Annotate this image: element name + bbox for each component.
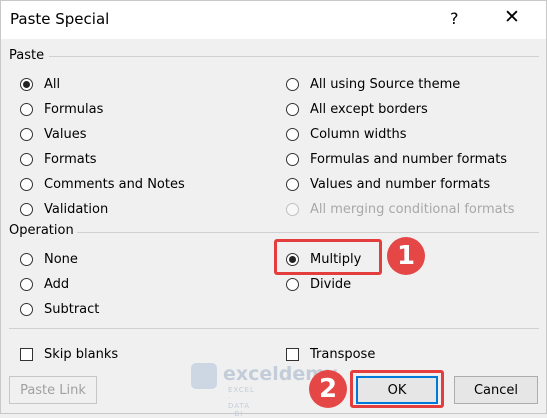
operation-section-divider (77, 232, 539, 233)
radio-icon (286, 202, 299, 216)
step-2-badge: 2 (309, 370, 347, 408)
option-label: Values (44, 126, 87, 142)
dialog-title: Paste Special (10, 10, 110, 28)
radio-icon (286, 252, 299, 266)
options-divider (9, 328, 539, 329)
radio-icon (286, 177, 299, 191)
radio-paste-all[interactable]: All (20, 73, 60, 95)
option-label: Subtract (44, 301, 100, 317)
step-1-badge: 1 (387, 237, 425, 275)
paste-section-divider (49, 56, 539, 57)
checkbox-label: Transpose (310, 346, 376, 362)
option-label: None (44, 251, 78, 267)
transpose-checkbox[interactable]: Transpose (286, 343, 375, 365)
title-bar: Paste Special ? ✕ (1, 1, 546, 39)
option-label: Validation (44, 201, 109, 217)
radio-paste-column-widths[interactable]: Column widths (286, 123, 407, 145)
option-label: Comments and Notes (44, 176, 185, 192)
option-label: Formulas and number formats (310, 151, 508, 167)
checkbox-label: Skip blanks (44, 346, 119, 362)
radio-icon (20, 152, 33, 166)
option-label: Column widths (310, 126, 407, 142)
radio-icon (20, 177, 33, 191)
radio-icon (20, 77, 33, 91)
radio-icon (20, 102, 33, 116)
radio-paste-formulas[interactable]: Formulas (20, 98, 103, 120)
radio-icon (286, 152, 299, 166)
option-label: Formulas (44, 101, 104, 117)
radio-operation-add[interactable]: Add (20, 273, 69, 295)
watermark-tagline: EXCEL · DATA · BI (228, 386, 255, 418)
checkbox-icon (20, 347, 33, 361)
help-button[interactable]: ? (450, 9, 459, 28)
option-label: All merging conditional formats (310, 201, 515, 217)
radio-operation-none[interactable]: None (20, 248, 78, 270)
radio-icon (20, 277, 33, 291)
radio-icon (286, 77, 299, 91)
paste-special-dialog: Paste Special ? ✕ Paste All Formulas Val… (0, 0, 547, 418)
cancel-button[interactable]: Cancel (454, 376, 538, 404)
close-icon[interactable]: ✕ (504, 6, 520, 28)
radio-paste-comments[interactable]: Comments and Notes (20, 173, 185, 195)
checkbox-icon (286, 347, 299, 361)
radio-icon (20, 252, 33, 266)
radio-paste-validation[interactable]: Validation (20, 198, 108, 220)
radio-paste-except-borders[interactable]: All except borders (286, 98, 428, 120)
option-label: All except borders (310, 101, 428, 117)
radio-icon (20, 127, 33, 141)
radio-icon (286, 127, 299, 141)
radio-operation-divide[interactable]: Divide (286, 273, 351, 295)
option-label: Formats (44, 151, 97, 167)
option-label: All using Source theme (310, 76, 461, 92)
radio-operation-subtract[interactable]: Subtract (20, 298, 99, 320)
radio-icon (286, 277, 299, 291)
radio-paste-merging-conditional: All merging conditional formats (286, 198, 514, 220)
radio-icon (20, 202, 33, 216)
radio-paste-source-theme[interactable]: All using Source theme (286, 73, 460, 95)
paste-section-label: Paste (9, 48, 45, 63)
radio-paste-formats[interactable]: Formats (20, 148, 97, 170)
ok-button[interactable]: OK (356, 376, 438, 404)
option-label: All (44, 76, 61, 92)
paste-link-button: Paste Link (9, 376, 97, 404)
option-label: Add (44, 276, 70, 292)
radio-operation-multiply[interactable]: Multiply (286, 248, 361, 270)
option-label: Values and number formats (310, 176, 491, 192)
radio-paste-formulas-number-formats[interactable]: Formulas and number formats (286, 148, 507, 170)
radio-icon (286, 102, 299, 116)
radio-icon (20, 302, 33, 316)
operation-section-label: Operation (9, 223, 74, 238)
exceldemy-logo-icon (191, 363, 217, 389)
option-label: Multiply (310, 251, 362, 267)
radio-paste-values[interactable]: Values (20, 123, 86, 145)
skip-blanks-checkbox[interactable]: Skip blanks (20, 343, 118, 365)
radio-paste-values-number-formats[interactable]: Values and number formats (286, 173, 490, 195)
option-label: Divide (310, 276, 352, 292)
